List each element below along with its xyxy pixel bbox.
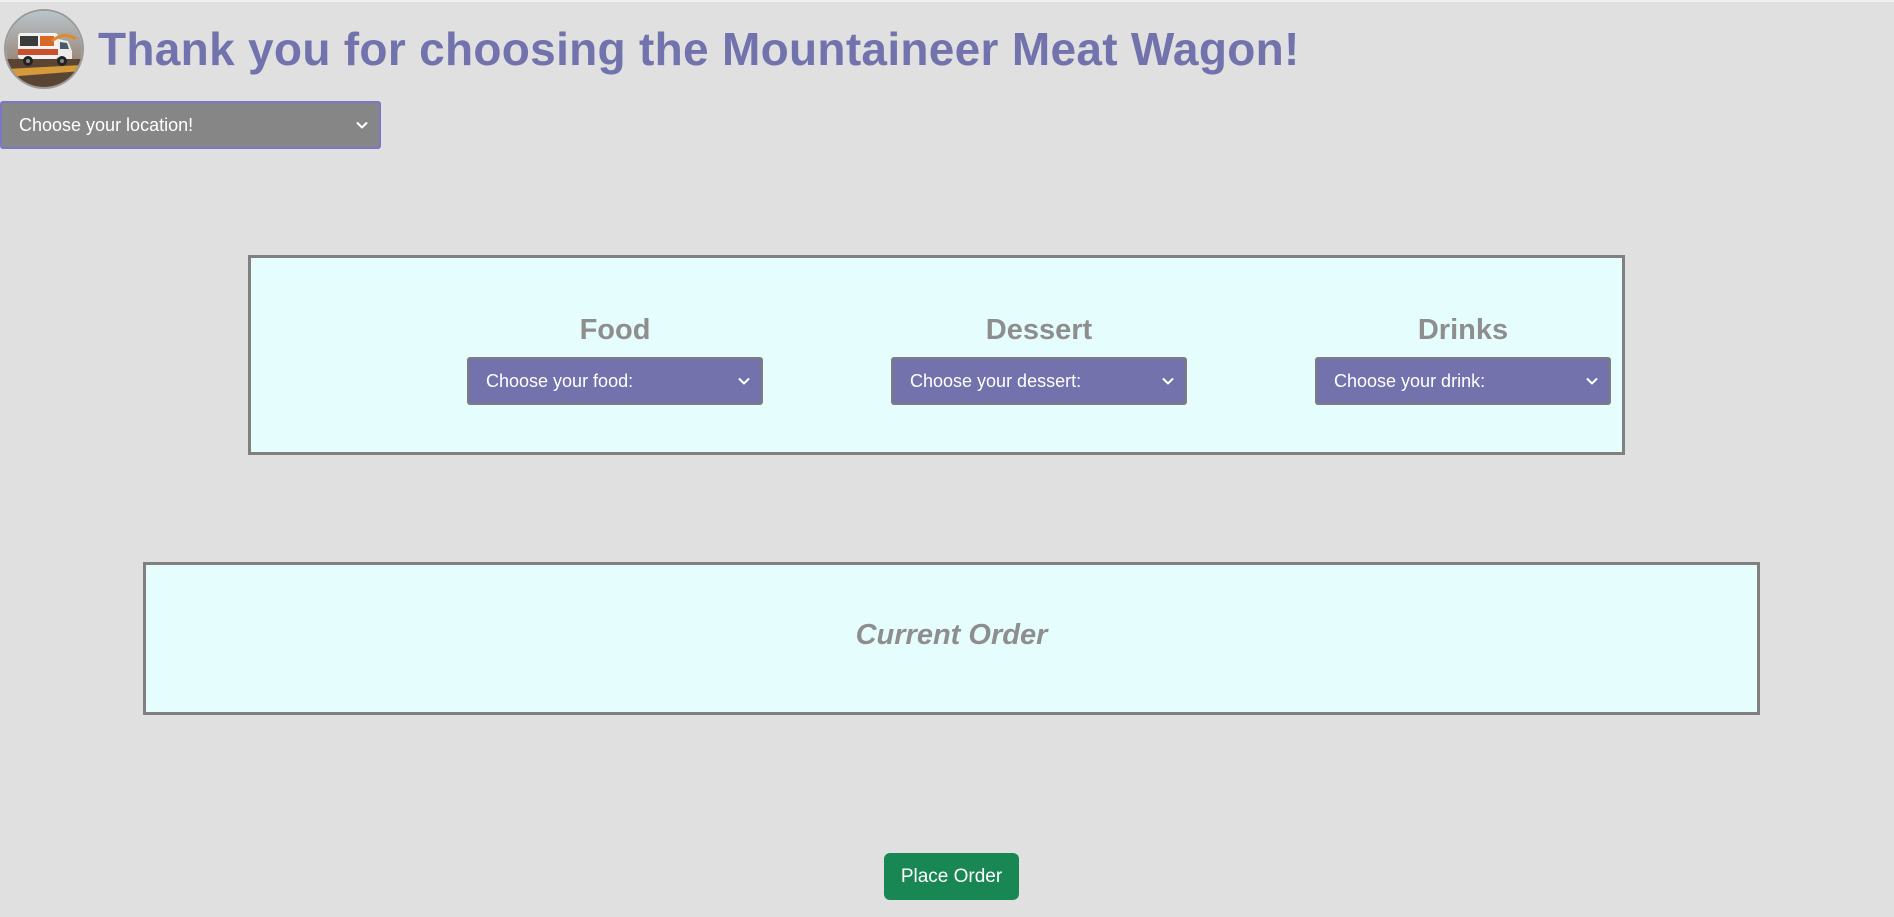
drinks-heading: Drinks	[1417, 314, 1509, 346]
location-select-value: Choose your location!	[19, 114, 194, 135]
food-heading: Food	[579, 314, 651, 346]
dessert-select-value: Choose your dessert:	[910, 370, 1082, 391]
food-select-value: Choose your food:	[486, 370, 634, 391]
dessert-select[interactable]: Choose your dessert:	[891, 357, 1187, 405]
food-truck-icon	[6, 11, 82, 87]
page-title: Thank you for choosing the Mountaineer M…	[98, 23, 1300, 75]
food-truck-logo	[4, 9, 84, 89]
place-order-button[interactable]: Place Order	[884, 853, 1019, 900]
location-select[interactable]: Choose your location!	[0, 101, 381, 149]
food-select[interactable]: Choose your food:	[467, 357, 763, 405]
top-border	[0, 0, 1894, 2]
chevron-down-icon	[356, 122, 368, 129]
current-order-heading: Current Order	[855, 619, 1048, 651]
drink-select-value: Choose your drink:	[1334, 370, 1486, 391]
page-header: Thank you for choosing the Mountaineer M…	[4, 7, 1300, 91]
dessert-section: Dessert Choose your dessert:	[889, 312, 1189, 405]
chevron-down-icon	[1162, 378, 1174, 385]
chevron-down-icon	[738, 378, 750, 385]
current-order-panel: Current Order	[143, 562, 1760, 715]
dessert-heading: Dessert	[985, 314, 1093, 346]
drink-select[interactable]: Choose your drink:	[1315, 357, 1611, 405]
food-section: Food Choose your food:	[465, 312, 765, 405]
drinks-section: Drinks Choose your drink:	[1313, 312, 1613, 405]
chevron-down-icon	[1586, 378, 1598, 385]
menu-panel: Food Choose your food: Dessert Choose yo…	[248, 255, 1625, 455]
